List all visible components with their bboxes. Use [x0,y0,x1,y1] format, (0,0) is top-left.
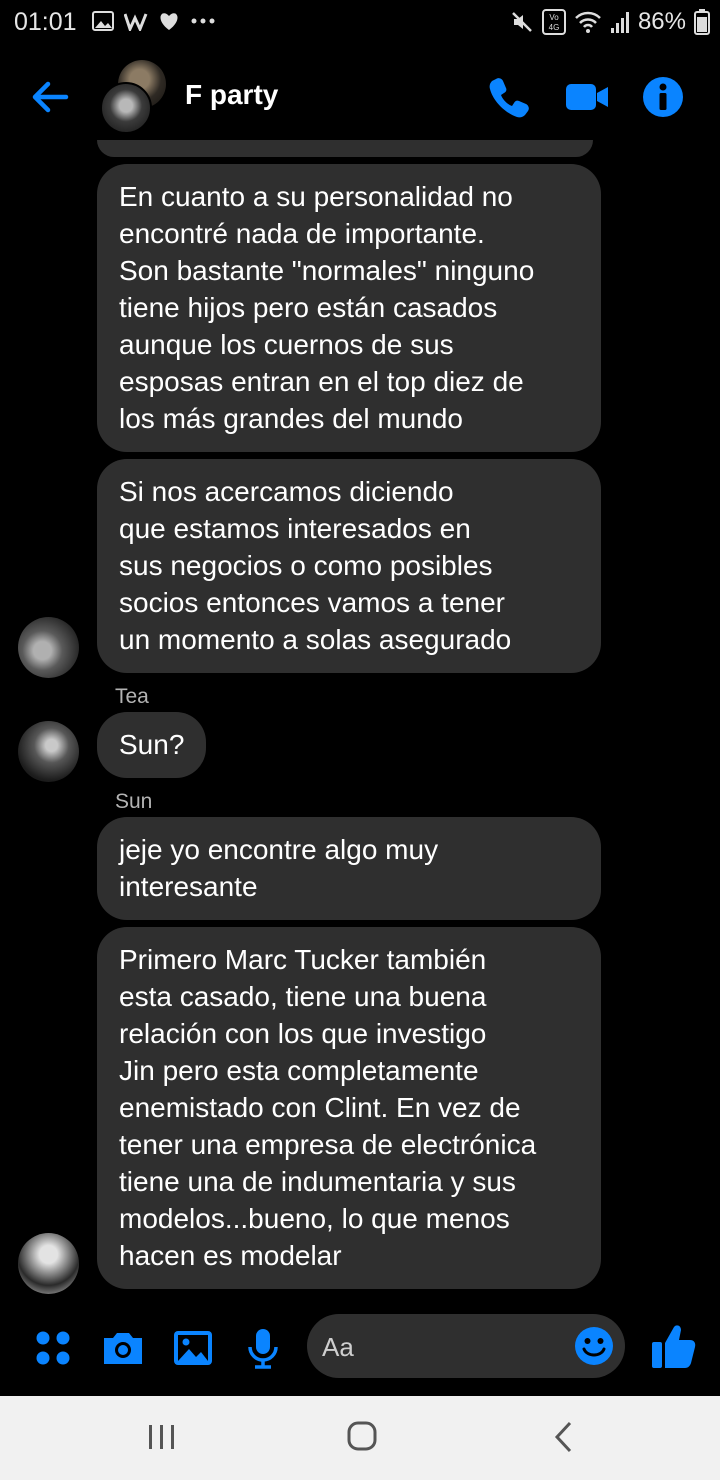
gallery-icon[interactable] [171,1326,215,1370]
gallery-icon [92,11,114,31]
svg-text:4G: 4G [549,23,560,32]
sender-name: Sun [115,790,153,813]
status-bar: 01:01 Vo 4G 86% [0,0,720,44]
menu-dots-icon[interactable] [31,1326,75,1370]
system-navigation-bar [0,1396,720,1480]
chat-header: F party [0,55,720,140]
avatar[interactable] [18,617,79,678]
battery-percent: 86% [637,8,686,35]
battery-icon [694,9,710,35]
message-bubble[interactable]: En cuanto a su personalidad no encontré … [97,164,601,452]
sender-name: Tea [115,685,149,708]
message-bubble[interactable]: jeje yo encontre algo muy interesante [97,817,601,920]
member-avatar [100,82,152,134]
svg-text:Vo: Vo [549,13,559,22]
thumbs-up-icon[interactable] [650,1322,696,1370]
heart-icon [160,13,178,30]
status-right-icons: Vo 4G 86% [510,6,710,38]
video-call-icon[interactable] [565,75,609,119]
avatar[interactable] [18,1233,79,1294]
chat-title[interactable]: F party [185,79,278,111]
volte-4g-icon: Vo4G [541,9,566,35]
message-input-placeholder: Aa [322,1332,354,1362]
more-dots-icon [191,18,215,24]
status-time: 01:01 [14,8,77,36]
composer-bar: Aa [0,1310,720,1396]
message-list[interactable]: En cuanto a su personalidad no encontré … [0,140,720,1310]
emoji-icon[interactable] [574,1326,614,1366]
home-icon[interactable] [342,1420,382,1454]
camera-icon[interactable] [101,1326,145,1370]
recent-apps-icon[interactable] [142,1420,182,1454]
previous-message-bubble[interactable] [97,140,593,157]
phone-call-icon[interactable] [487,75,531,119]
wifi-icon [575,11,601,33]
message-bubble[interactable]: Primero Marc Tucker también esta casado,… [97,927,601,1289]
microphone-icon[interactable] [241,1326,285,1370]
status-left-icons [92,9,216,33]
signal-icon [610,12,629,33]
message-bubble[interactable]: Sun? [97,712,206,778]
nav-back-icon[interactable] [544,1420,584,1454]
message-input[interactable]: Aa [307,1314,625,1378]
info-icon[interactable] [641,75,685,119]
w-app-icon [124,13,148,31]
back-arrow-icon[interactable] [28,77,70,117]
group-avatar[interactable] [100,60,170,134]
message-bubble[interactable]: Si nos acercamos diciendo que estamos in… [97,459,601,673]
avatar[interactable] [18,721,79,782]
mute-icon [512,12,532,32]
